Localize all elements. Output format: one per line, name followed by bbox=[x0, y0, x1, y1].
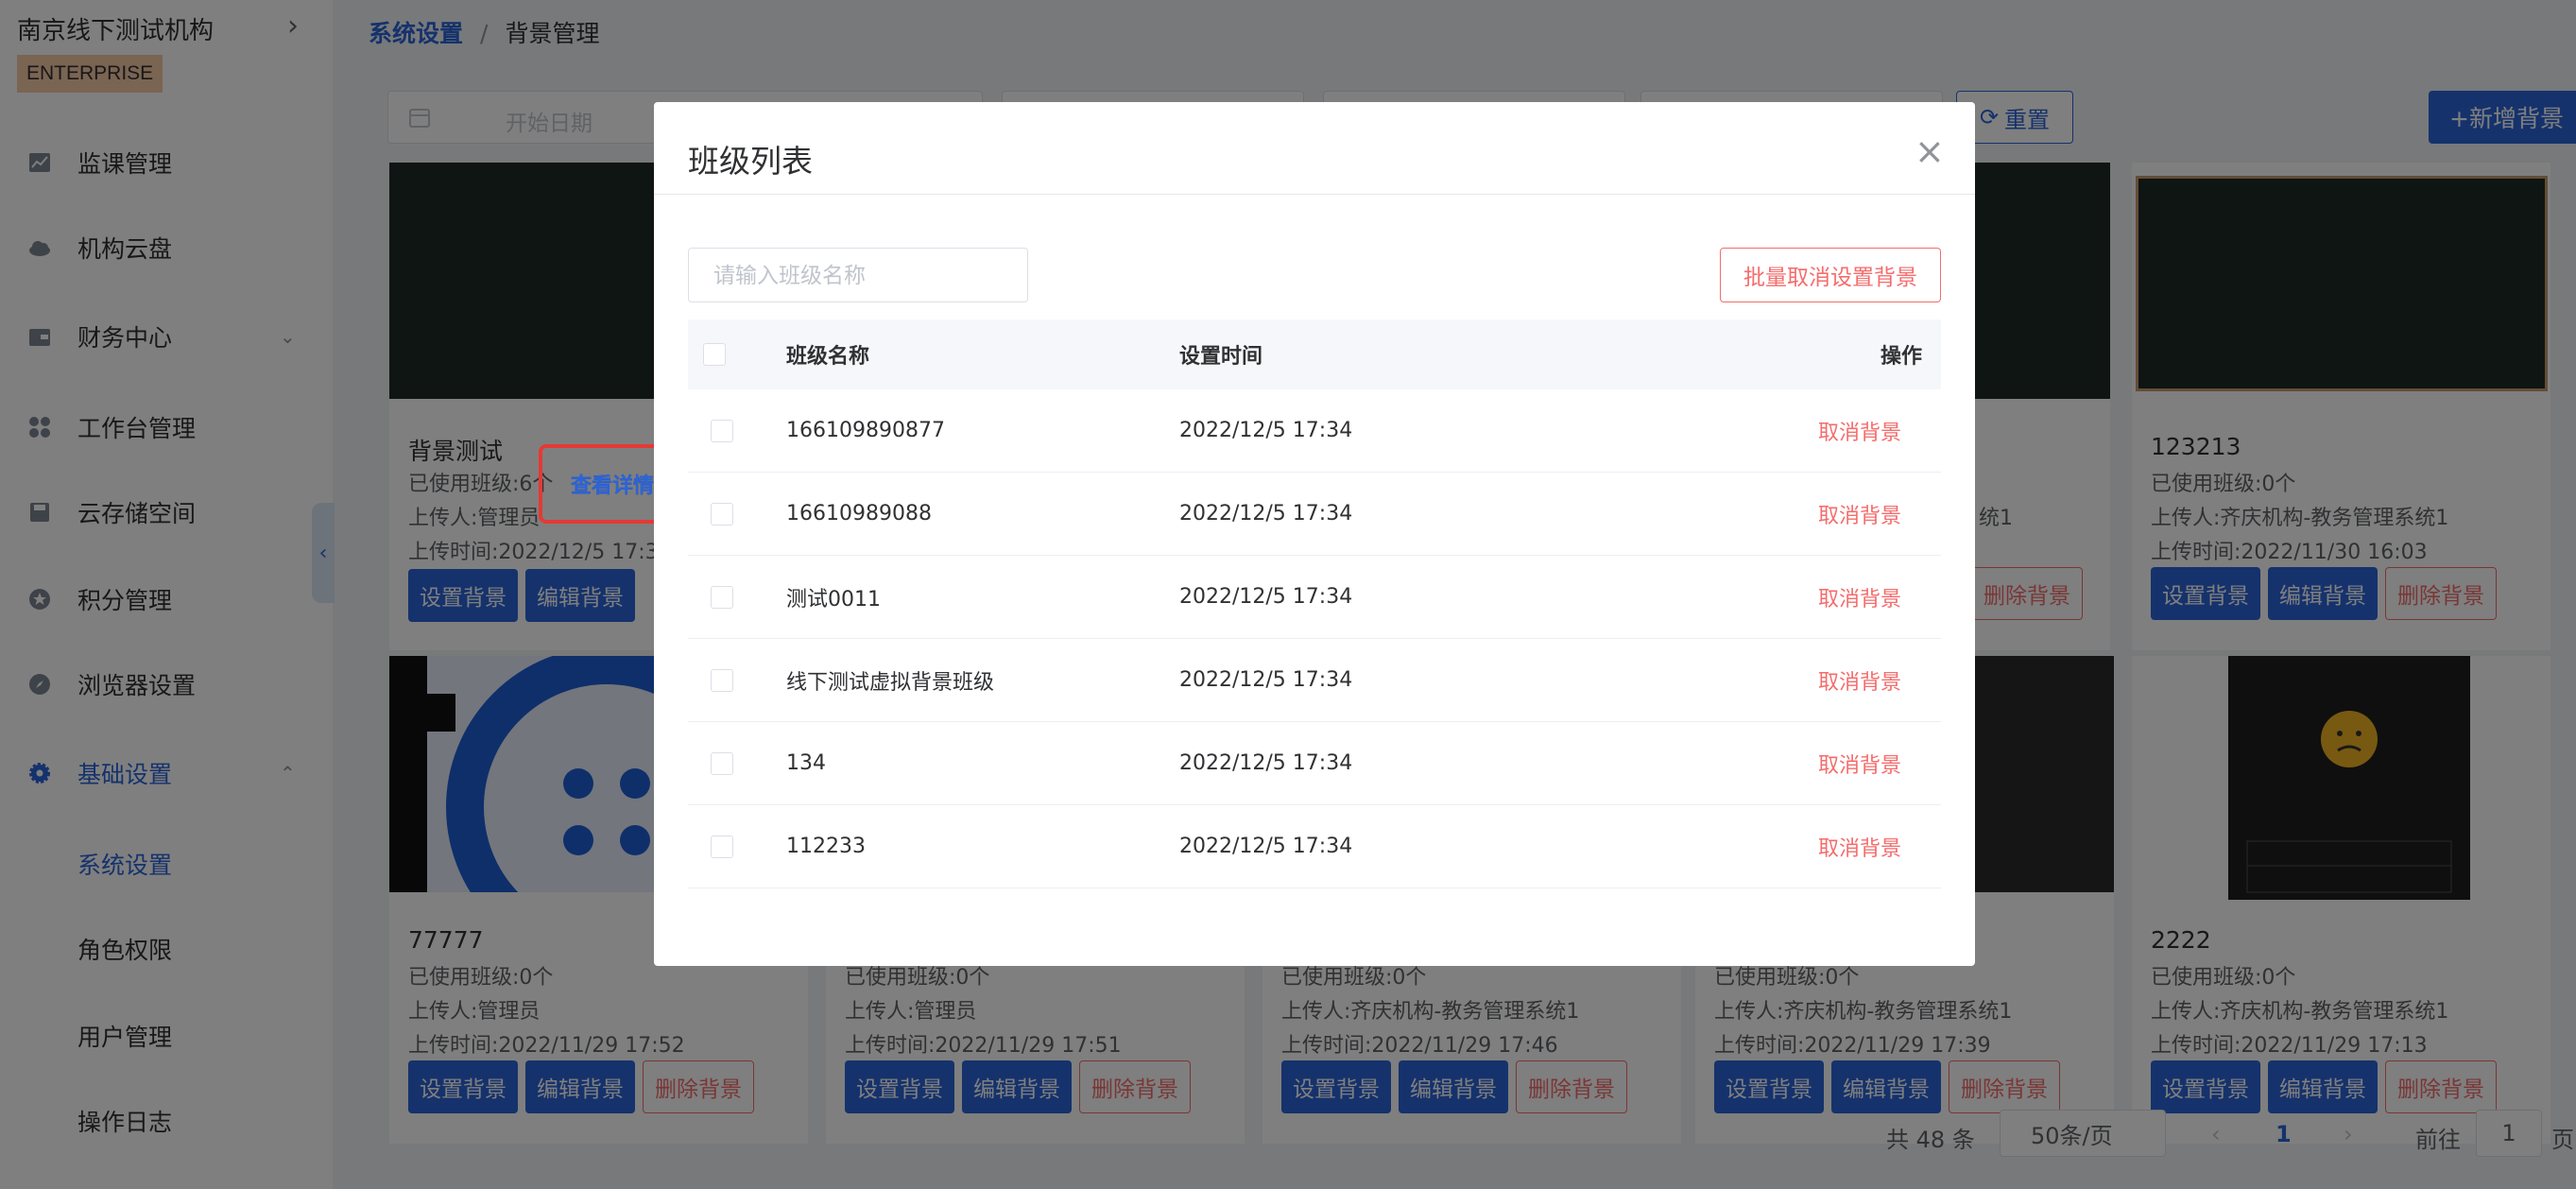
row-set-time: 2022/12/5 17:34 bbox=[1179, 585, 1353, 609]
row-checkbox[interactable] bbox=[711, 668, 733, 692]
row-set-time: 2022/12/5 17:34 bbox=[1179, 751, 1353, 775]
row-class-name: 166109890877 bbox=[786, 419, 945, 442]
row-checkbox[interactable] bbox=[711, 585, 733, 609]
select-all-checkbox[interactable] bbox=[703, 343, 726, 366]
column-header-time: 设置时间 bbox=[1179, 345, 1263, 369]
batch-cancel-background-button[interactable]: 批量取消设置背景 bbox=[1720, 248, 1941, 302]
row-class-name: 112233 bbox=[786, 835, 866, 858]
close-icon[interactable]: × bbox=[1915, 130, 1945, 172]
table-row: 134 2022/12/5 17:34 取消背景 bbox=[688, 722, 1941, 805]
table-row: 166109890877 2022/12/5 17:34 取消背景 bbox=[688, 389, 1941, 473]
row-set-time: 2022/12/5 17:34 bbox=[1179, 419, 1353, 442]
row-checkbox[interactable] bbox=[711, 835, 733, 858]
table-row: 测试0011 2022/12/5 17:34 取消背景 bbox=[688, 556, 1941, 639]
cancel-background-link[interactable]: 取消背景 bbox=[1818, 639, 1901, 721]
cancel-background-link[interactable]: 取消背景 bbox=[1818, 473, 1901, 555]
row-set-time: 2022/12/5 17:34 bbox=[1179, 835, 1353, 858]
cancel-background-link[interactable]: 取消背景 bbox=[1818, 389, 1901, 472]
class-list-dialog: 班级列表 × 批量取消设置背景 班级名称 设置时间 操作 16610989087… bbox=[654, 102, 1975, 966]
row-class-name: 134 bbox=[786, 751, 826, 775]
table-row: 16610989088 2022/12/5 17:34 取消背景 bbox=[688, 473, 1941, 556]
class-name-search-input[interactable] bbox=[688, 248, 1028, 302]
view-detail-link-highlighted[interactable]: 查看详情 bbox=[571, 469, 654, 499]
column-header-name: 班级名称 bbox=[786, 345, 870, 369]
cancel-background-link[interactable]: 取消背景 bbox=[1818, 805, 1901, 887]
row-checkbox[interactable] bbox=[711, 419, 733, 442]
row-checkbox[interactable] bbox=[711, 502, 733, 526]
cancel-background-link[interactable]: 取消背景 bbox=[1818, 722, 1901, 804]
row-class-name: 16610989088 bbox=[786, 502, 932, 526]
table-row: 线下测试虚拟背景班级 2022/12/5 17:34 取消背景 bbox=[688, 639, 1941, 722]
column-header-op: 操作 bbox=[1880, 345, 1923, 369]
row-set-time: 2022/12/5 17:34 bbox=[1179, 502, 1353, 526]
row-checkbox[interactable] bbox=[711, 751, 733, 775]
table-header: 班级名称 设置时间 操作 bbox=[688, 319, 1941, 389]
dialog-divider bbox=[654, 194, 1975, 195]
row-class-name: 线下测试虚拟背景班级 bbox=[786, 670, 995, 695]
cancel-background-link[interactable]: 取消背景 bbox=[1818, 556, 1901, 638]
dialog-title: 班级列表 bbox=[688, 143, 813, 180]
row-class-name: 测试0011 bbox=[786, 587, 881, 612]
row-set-time: 2022/12/5 17:34 bbox=[1179, 668, 1353, 692]
table-row: 112233 2022/12/5 17:34 取消背景 bbox=[688, 805, 1941, 888]
